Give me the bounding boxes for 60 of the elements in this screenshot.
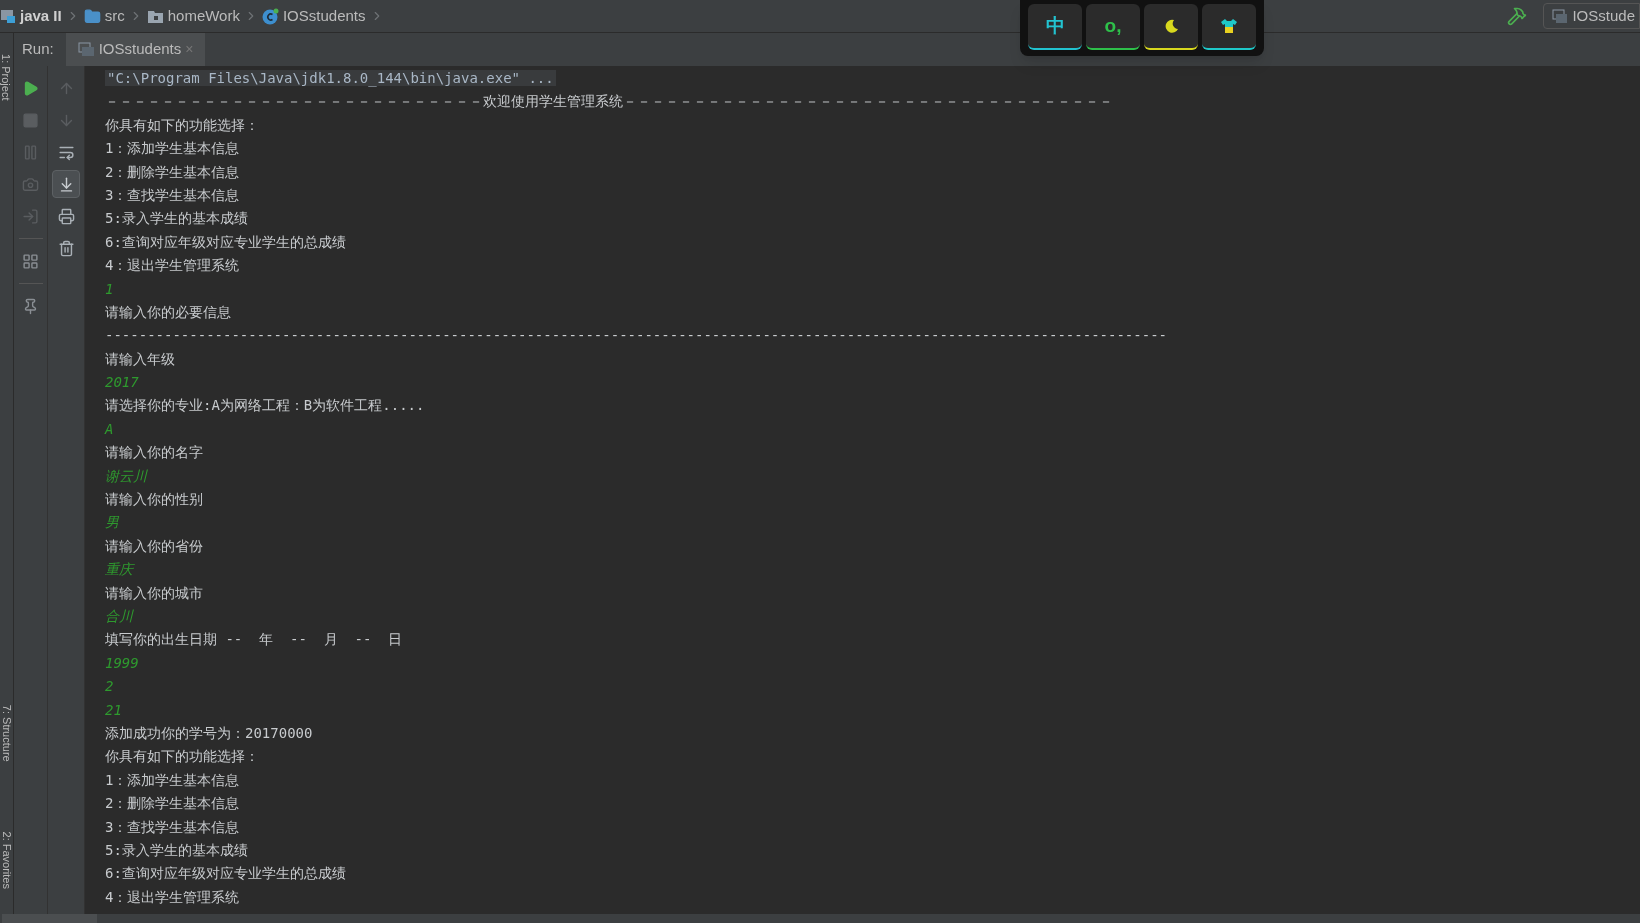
folder-icon: [83, 7, 101, 25]
output-text: 请输入你的城市: [105, 584, 203, 601]
breadcrumb[interactable]: src: [104, 4, 125, 28]
side-tab[interactable]: 7: Structure: [0, 705, 13, 762]
breadcrumb[interactable]: homeWork: [167, 4, 240, 28]
side-tab[interactable]: 2: Favorites: [0, 831, 13, 889]
package-folder-icon: [146, 8, 164, 24]
output-text: 3：查找学生基本信息: [105, 818, 240, 835]
ime-key[interactable]: o,: [1086, 4, 1140, 50]
window-icon: [77, 42, 95, 57]
typed-input-text: 重庆: [105, 561, 133, 578]
ime-key-label: o,: [1104, 13, 1122, 38]
hammer-icon[interactable]: [1507, 6, 1528, 26]
output-text: 3：查找学生基本信息: [105, 186, 240, 203]
breadcrumb[interactable]: java II: [20, 4, 62, 28]
window-icon: [1552, 8, 1569, 24]
ime-key[interactable]: [1144, 4, 1198, 50]
breadcrumb[interactable]: IOSstudents: [282, 4, 366, 28]
output-text: 5:录入学生的基本成绩: [105, 210, 248, 227]
output-text: 请输入年级: [105, 350, 175, 367]
output-text: 5:录入学生的基本成绩: [105, 841, 248, 858]
typed-input-text: 1: [105, 280, 114, 297]
class-icon: [261, 7, 279, 25]
output-text: 6:查询对应年级对应专业学生的总成绩: [105, 233, 346, 250]
ime-key[interactable]: [1202, 4, 1256, 50]
output-text: 请选择你的专业:A为网络工程：B为软件工程.....: [105, 397, 425, 414]
output-text: 6:查询对应年级对应专业学生的总成绩: [105, 865, 346, 882]
typed-input-text: 合川: [105, 608, 133, 624]
run-tab[interactable]: IOSstudents ×: [65, 33, 206, 66]
output-text: 2：删除学生基本信息: [105, 163, 240, 180]
typed-input-text: 1999: [105, 654, 139, 671]
output-text: 2：删除学生基本信息: [105, 795, 240, 812]
typed-input-text: 谢云川: [105, 467, 147, 484]
ime-key[interactable]: 中: [1028, 4, 1082, 50]
output-text: 4：退出学生管理系统: [105, 888, 240, 905]
command-line-text: "C:\Program Files\Java\jdk1.8.0_144\bin\java.exe" ...: [105, 70, 556, 86]
ime-key-label: 中: [1045, 13, 1065, 38]
output-text: 请输入你的名字: [105, 444, 203, 461]
output-text: 你具有如下的功能选择：: [105, 748, 259, 765]
typed-input-text: 男: [105, 514, 119, 531]
scroll-to-end-icon[interactable]: [52, 170, 80, 198]
output-text: 请输入你的省份: [105, 537, 203, 554]
run-configuration-dropdown[interactable]: IOSstude: [1543, 3, 1640, 29]
run-label: Run:: [22, 39, 54, 60]
output-text: －－－－－－－－－－－－－－－－－－－－－－－－－－－欢迎使用学生管理系统－－－－－－－－－－－－－－－－－－－－－－－－－－－－－－－－－－－: [105, 93, 1113, 110]
typed-input-text: 21: [105, 701, 122, 718]
output-text: 你具有如下的功能选择：: [105, 116, 259, 133]
output-text: 4：退出学生管理系统: [105, 257, 240, 274]
output-text: 填写你的出生日期 -- 年 -- 月 -- 日: [105, 631, 403, 648]
output-text: 请输入你的性别: [105, 491, 203, 508]
side-tab[interactable]: 1: Project: [0, 53, 13, 101]
typed-input-text: 2: [105, 678, 114, 695]
typed-input-text: A: [105, 420, 114, 437]
output-text: 1：添加学生基本信息: [105, 771, 240, 788]
output-text: 1：添加学生基本信息: [105, 140, 240, 157]
output-text: 添加成功你的学号为：20170000: [105, 724, 313, 741]
output-text: ------------------------------------------------------------------------------------------------------------------------------: [105, 327, 1168, 344]
typed-input-text: 2017: [105, 374, 139, 391]
module-icon: [0, 8, 16, 24]
output-text: 请输入你的必要信息: [105, 303, 231, 320]
